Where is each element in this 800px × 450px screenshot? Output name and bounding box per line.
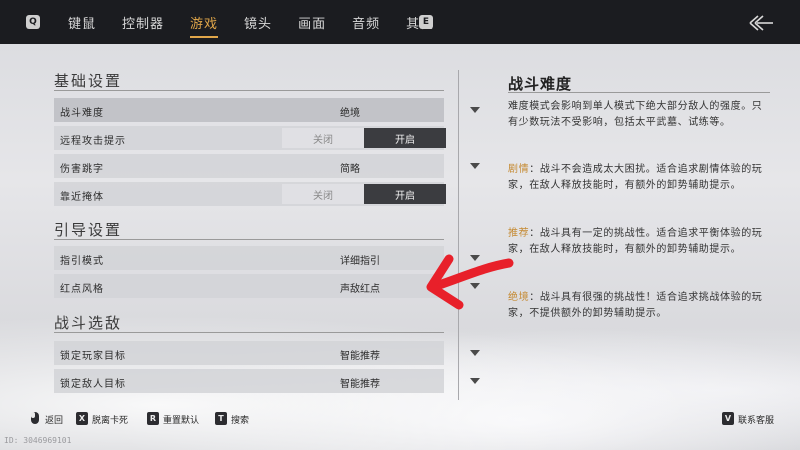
caret-down-icon [470,107,480,113]
setting-label: 靠近掩体 [60,192,104,203]
detail-mode-recommended: 推荐：战斗具有一定的挑战性。适合追求平衡体验的玩家，在敌人释放技能时，有额外的卸… [508,226,770,258]
setting-row-approach-cover: 靠近掩体 关闭 开启 [54,182,446,206]
setting-row-ranged-attack-hint: 远程攻击提示 关闭 开启 [54,126,446,150]
ranged-hint-off-button[interactable]: 关闭 [282,128,364,148]
section-title-combat-targeting: 战斗选敌 [54,314,123,332]
approach-cover-off-button[interactable]: 关闭 [282,184,364,204]
reset-key-badge: R [147,412,159,425]
ranged-hint-on-button[interactable]: 开启 [364,128,446,148]
caret-down-icon [470,378,480,384]
dropdown-value: 智能推荐 [340,379,380,390]
dropdown-value: 详细指引 [340,256,380,267]
section-divider [54,332,444,333]
setting-row-lock-player-target[interactable]: 锁定玩家目标 智能推荐 [54,341,480,365]
setting-row-guide-mode[interactable]: 指引模式 详细指引 [54,246,480,270]
damage-numbers-dropdown[interactable]: 简略 [334,154,498,178]
tab-camera[interactable]: 镜头 [244,0,272,44]
tab-game[interactable]: 游戏 [190,0,219,44]
approach-cover-on-button[interactable]: 开启 [364,184,446,204]
tab-audio[interactable]: 音频 [352,0,380,44]
mouse-icon [31,412,39,424]
caret-down-icon [470,350,480,356]
search-button[interactable]: 搜索 [231,413,249,426]
lock-player-target-dropdown[interactable]: 智能推荐 [334,341,498,365]
section-title-guide: 引导设置 [54,221,123,239]
setting-label: 锁定敌人目标 [60,379,126,390]
tab-controller[interactable]: 控制器 [122,0,164,44]
reset-default-button[interactable]: 重置默认 [163,413,199,426]
red-arrow-annotation-icon [426,254,514,310]
section-divider [54,239,444,240]
setting-row-combat-difficulty[interactable]: 战斗难度 绝境 [54,98,480,122]
mode-desc: 战斗不会造成太大困扰。适合追求剧情体验的玩家，在敌人释放技能时，有额外的卸势辅助… [508,164,763,191]
user-id-label: ID: 3046969101 [4,436,72,445]
mode-desc: 战斗具有很强的挑战性！适合追求挑战体验的玩家，不提供额外的卸势辅助提示。 [508,292,763,319]
contact-support-button[interactable]: 联系客服 [738,413,774,426]
back-button[interactable]: 返回 [45,413,63,426]
tab-keyboard-mouse[interactable]: 键鼠 [68,0,96,44]
dropdown-value: 智能推荐 [340,351,380,362]
tab-display[interactable]: 画面 [298,0,326,44]
lock-enemy-target-dropdown[interactable]: 智能推荐 [334,369,498,393]
caret-down-icon [470,163,480,169]
mode-name: 剧情 [508,164,530,175]
setting-label: 伤害跳字 [60,164,104,175]
setting-row-damage-numbers[interactable]: 伤害跳字 简略 [54,154,480,178]
support-key-badge: V [722,412,734,425]
next-tab-key-badge[interactable]: E [419,15,433,29]
setting-label: 远程攻击提示 [60,136,126,147]
setting-row-lock-enemy-target[interactable]: 锁定敌人目标 智能推荐 [54,369,480,393]
detail-intro: 难度模式会影响到单人模式下绝大部分敌人的强度。只有少数玩法不受影响，包括太平武墓… [508,101,763,128]
panel-divider [458,70,459,400]
setting-label: 战斗难度 [60,108,104,119]
dropdown-value: 简略 [340,164,360,175]
setting-row-red-dot-style[interactable]: 红点风格 声敌红点 [54,274,480,298]
mode-separator: ： [529,292,540,303]
setting-label: 红点风格 [60,284,104,295]
detail-title: 战斗难度 [508,75,573,93]
dropdown-value: 绝境 [340,108,360,119]
mode-separator: ： [529,164,540,175]
detail-mode-story: 剧情：战斗不会造成太大困扰。适合追求剧情体验的玩家，在敌人释放技能时，有额外的卸… [508,162,770,194]
unstuck-key-badge: X [76,412,88,425]
section-title-basic: 基础设置 [54,72,123,90]
back-arrow-icon[interactable] [748,14,774,32]
search-key-badge: T [215,412,227,425]
top-nav-bar: Q 键鼠 控制器 游戏 镜头 画面 音频 其他 E [0,0,800,44]
mode-name: 推荐 [508,228,530,239]
footer-bar: 返回 X 脱离卡死 R 重置默认 T 搜索 V 联系客服 [0,408,800,432]
dropdown-value: 声敌红点 [340,284,380,295]
detail-mode-extreme: 绝境：战斗具有很强的挑战性！适合追求挑战体验的玩家，不提供额外的卸势辅助提示。 [508,290,770,322]
combat-difficulty-dropdown[interactable]: 绝境 [334,98,498,122]
detail-title-underline [508,92,770,93]
tab-list: 键鼠 控制器 游戏 镜头 画面 音频 其他 [68,0,460,44]
mode-separator: ： [529,228,540,239]
unstuck-button[interactable]: 脱离卡死 [92,413,128,426]
mode-desc: 战斗具有一定的挑战性。适合追求平衡体验的玩家，在敌人释放技能时，有额外的卸势辅助… [508,228,763,255]
section-divider [54,90,444,91]
setting-label: 锁定玩家目标 [60,351,126,362]
setting-label: 指引模式 [60,256,104,267]
prev-tab-key-badge[interactable]: Q [26,15,40,29]
